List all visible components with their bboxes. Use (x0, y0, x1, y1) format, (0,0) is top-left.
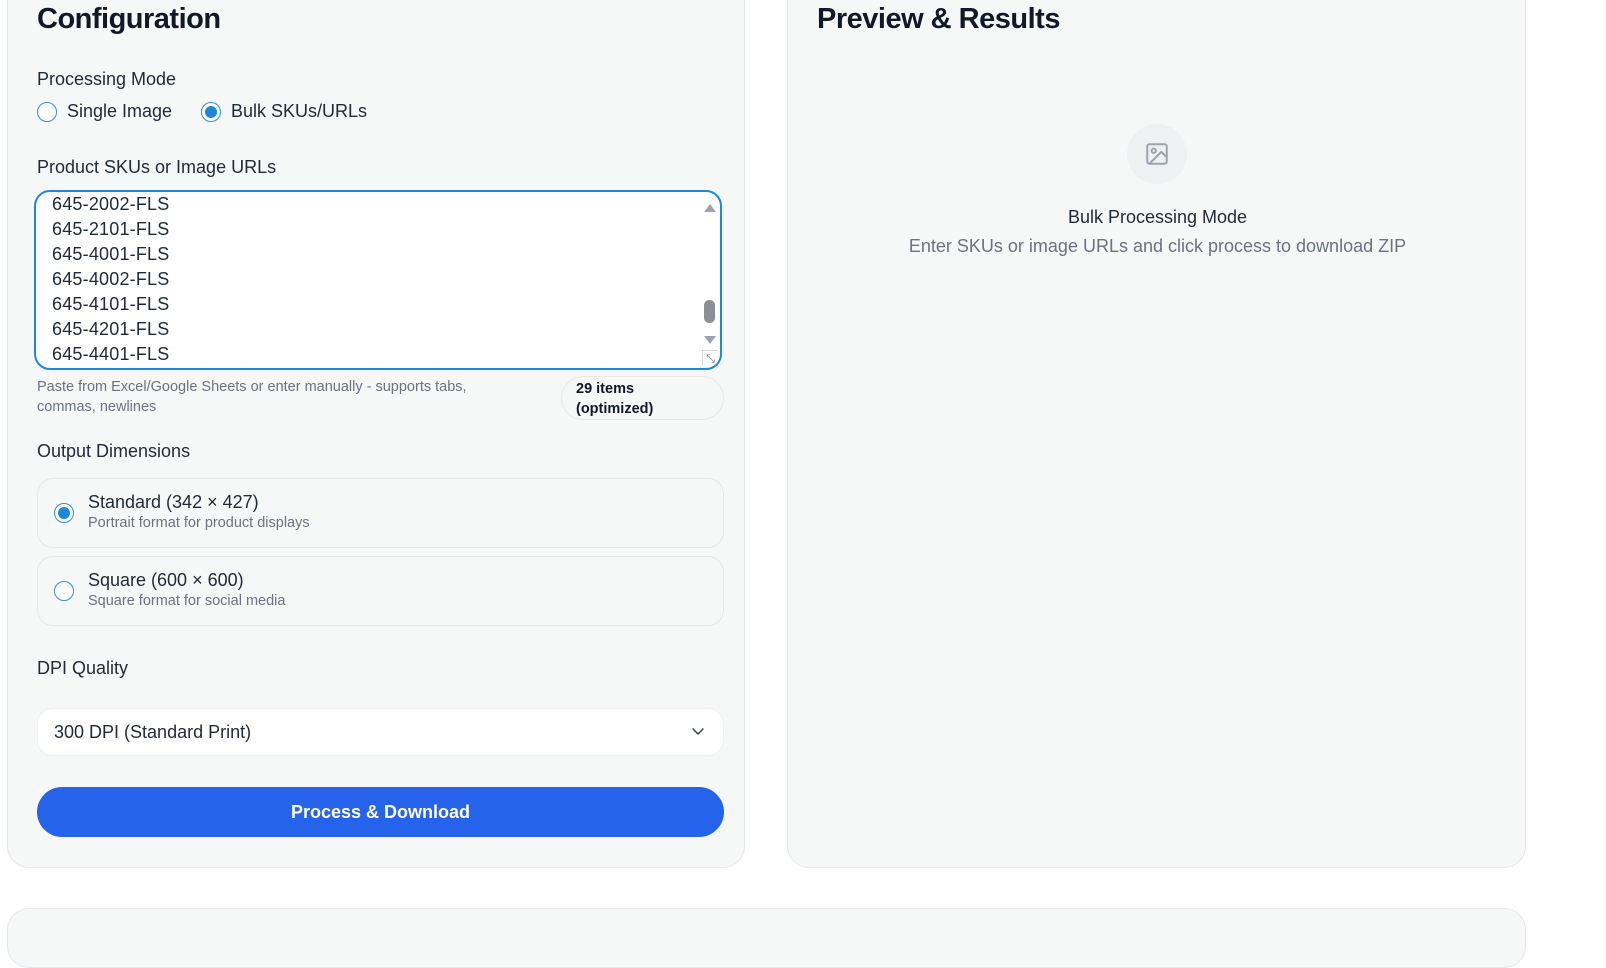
square-title: Square (600 × 600) (88, 570, 244, 590)
sku-line: 645-4401-FLS (52, 344, 170, 364)
standard-subtitle: Portrait format for product displays (88, 515, 310, 531)
bottom-panel (7, 908, 1526, 968)
preview-description: Enter SKUs or image URLs and click proce… (908, 236, 1407, 256)
items-count-badge: 29 items (optimized) (561, 376, 724, 420)
chevron-down-icon (692, 728, 704, 735)
sku-line: 645-4201-FLS (52, 319, 170, 339)
bulk-label: Bulk SKUs/URLs (231, 101, 368, 121)
resize-handle-icon[interactable]: ⤡ (702, 350, 718, 366)
sku-line: 645-4002-FLS (52, 269, 170, 289)
sku-line: 645-2101-FLS (52, 219, 170, 239)
mode-option-single-image[interactable]: Single Image (37, 101, 172, 122)
preview-heading: Bulk Processing Mode (1067, 207, 1248, 227)
output-dimensions-label: Output Dimensions (37, 441, 191, 461)
preview-icon-container (1127, 124, 1187, 184)
bulk-radio[interactable] (201, 101, 221, 122)
mode-option-bulk[interactable]: Bulk SKUs/URLs (201, 101, 367, 122)
textarea-scrollbar[interactable] (702, 196, 716, 364)
dimension-option-square[interactable]: Square (600 × 600) Square format for soc… (37, 556, 724, 626)
skus-hint: Paste from Excel/Google Sheets or enter … (37, 379, 467, 415)
single-image-radio[interactable] (37, 101, 57, 122)
single-image-label: Single Image (67, 101, 173, 121)
standard-radio[interactable] (54, 503, 74, 523)
sku-line: 645-4001-FLS (52, 244, 170, 264)
square-subtitle: Square format for social media (88, 593, 286, 609)
sku-line: 645-2002-FLS (52, 194, 170, 214)
preview-title: Preview & Results (817, 3, 1060, 35)
dpi-label: DPI Quality (37, 658, 129, 678)
dimension-option-standard[interactable]: Standard (342 × 427) Portrait format for… (37, 478, 724, 548)
scroll-up-arrow-icon[interactable] (704, 204, 716, 212)
dpi-select-value: 300 DPI (Standard Print) (54, 722, 252, 742)
configuration-panel: Configuration Processing Mode Single Ima… (7, 0, 745, 868)
processing-mode-label: Processing Mode (37, 69, 177, 89)
process-download-button[interactable]: Process & Download (37, 787, 724, 837)
square-radio[interactable] (54, 581, 74, 601)
dpi-select[interactable]: 300 DPI (Standard Print) (37, 708, 724, 756)
preview-panel: Preview & Results Bulk Processing Mode E… (787, 0, 1526, 868)
configuration-title: Configuration (37, 3, 221, 35)
skus-textarea[interactable]: 645-2002-FLS 645-2101-FLS 645-4001-FLS 6… (34, 190, 722, 370)
skus-label: Product SKUs or Image URLs (37, 157, 277, 177)
skus-lines: 645-2002-FLS 645-2101-FLS 645-4001-FLS 6… (52, 192, 169, 367)
image-icon (1146, 143, 1168, 165)
scroll-down-arrow-icon[interactable] (704, 336, 716, 344)
standard-title: Standard (342 × 427) (88, 492, 259, 512)
sku-line: 645-4101-FLS (52, 294, 170, 314)
scroll-thumb[interactable] (704, 300, 715, 323)
